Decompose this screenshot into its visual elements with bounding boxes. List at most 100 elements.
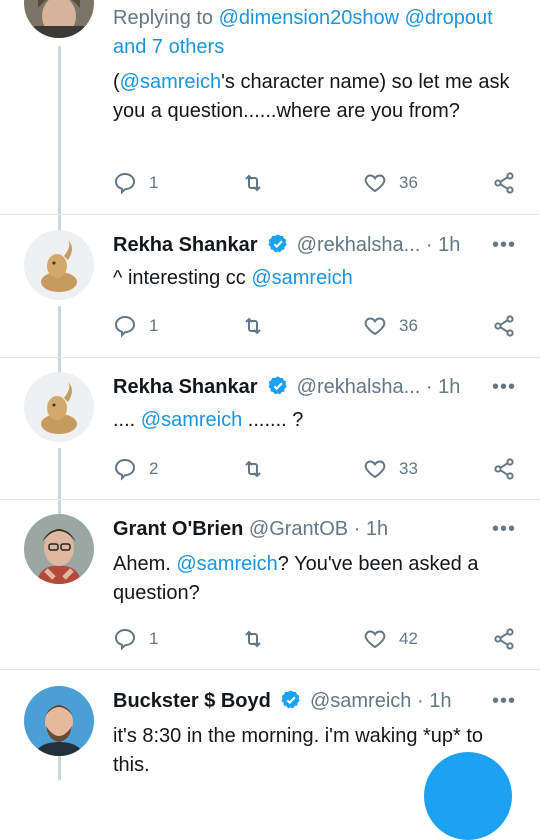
- thread-line: [58, 46, 61, 232]
- verified-badge-icon: [281, 690, 301, 709]
- like-icon: [364, 174, 386, 193]
- tweet-text: ^ interesting cc @samreich: [113, 264, 516, 293]
- more-options-icon[interactable]: •••: [492, 686, 516, 716]
- reply-button[interactable]: 2: [113, 454, 158, 484]
- reply-count: 2: [149, 459, 159, 478]
- share-icon: [494, 315, 514, 337]
- retweet-button[interactable]: [241, 311, 265, 341]
- reply-icon: [114, 315, 136, 338]
- avatar[interactable]: [24, 0, 94, 38]
- tweet-header: Grant O'Brien @GrantOB · 1h •••: [113, 514, 516, 544]
- thread-line: [58, 448, 61, 518]
- like-button[interactable]: 42: [363, 624, 418, 654]
- avatar[interactable]: [24, 230, 94, 300]
- text-fragment: Ahem.: [113, 553, 177, 575]
- verified-badge-icon: [268, 234, 287, 253]
- more-options-icon[interactable]: •••: [492, 230, 516, 260]
- reply-count: 1: [149, 316, 159, 335]
- display-name[interactable]: Rekha Shankar: [113, 376, 258, 398]
- tweet-actions: 1 42: [113, 624, 516, 654]
- mention-link[interactable]: @dropout: [405, 7, 493, 29]
- divider: [0, 499, 540, 500]
- share-icon: [494, 458, 514, 480]
- reply-button[interactable]: 1: [113, 311, 158, 341]
- verified-badge-icon: [268, 376, 287, 395]
- tweet-header: Rekha Shankar @rekhalsha... · 1h •••: [113, 372, 516, 402]
- tweet-header: Buckster $ Boyd @samreich · 1h •••: [113, 686, 516, 716]
- handle: @samreich: [309, 690, 412, 712]
- tweet-text: .... @samreich ....... ?: [113, 406, 516, 435]
- retweet-button[interactable]: [241, 624, 265, 654]
- divider: [0, 214, 540, 215]
- like-button[interactable]: 36: [363, 311, 418, 341]
- avatar[interactable]: [24, 686, 94, 756]
- text-fragment: ^ interesting cc: [113, 267, 252, 289]
- retweet-button[interactable]: [241, 454, 265, 484]
- retweet-button[interactable]: [241, 168, 265, 198]
- separator-dot: ·: [416, 690, 424, 712]
- tweet-text: (@samreich's character name) so let me a…: [113, 68, 516, 126]
- mention-link[interactable]: @samreich: [141, 409, 242, 431]
- avatar[interactable]: [24, 514, 94, 584]
- timestamp[interactable]: 1h: [366, 518, 388, 540]
- reply-button[interactable]: 1: [113, 168, 158, 198]
- mention-link[interactable]: @samreich: [251, 267, 352, 289]
- share-button[interactable]: [492, 311, 516, 341]
- handle: @rekhalsha...: [296, 376, 421, 398]
- reply-count: 1: [149, 629, 159, 648]
- tweet-header: Rekha Shankar @rekhalsha... · 1h •••: [113, 230, 516, 260]
- mention-link[interactable]: @samreich: [176, 553, 277, 575]
- reply-count: 1: [149, 173, 159, 192]
- divider: [0, 357, 540, 358]
- separator-dot: ·: [425, 376, 433, 398]
- reply-icon: [114, 172, 136, 195]
- retweet-icon: [245, 460, 261, 478]
- thread-line: [58, 306, 61, 376]
- separator-dot: ·: [425, 234, 433, 256]
- like-count: 36: [399, 173, 418, 192]
- reply-button[interactable]: 1: [113, 624, 158, 654]
- display-name[interactable]: Grant O'Brien: [113, 518, 243, 540]
- share-button[interactable]: [492, 624, 516, 654]
- mention-link[interactable]: @samreich: [120, 71, 221, 93]
- replying-others-link[interactable]: and 7 others: [113, 36, 224, 58]
- more-options-icon[interactable]: •••: [492, 372, 516, 402]
- separator-dot: ·: [353, 518, 361, 540]
- display-name[interactable]: Buckster $ Boyd: [113, 690, 271, 712]
- tweet-actions: 1 36: [113, 168, 516, 198]
- replying-to: Replying to @dimension20show @dropout an…: [113, 4, 516, 62]
- like-icon: [364, 630, 386, 649]
- display-name[interactable]: Rekha Shankar: [113, 234, 258, 256]
- compose-fab[interactable]: [424, 752, 512, 840]
- like-icon: [364, 317, 386, 336]
- like-count: 42: [399, 629, 418, 648]
- tweet-actions: 2 33: [113, 454, 516, 484]
- tweet-text: Ahem. @samreich? You've been asked a que…: [113, 550, 516, 608]
- like-button[interactable]: 33: [363, 454, 418, 484]
- like-icon: [364, 460, 386, 479]
- like-button[interactable]: 36: [363, 168, 418, 198]
- reply-icon: [114, 628, 136, 651]
- text-fragment: ....... ?: [242, 409, 304, 431]
- handle: @GrantOB: [248, 518, 349, 540]
- divider: [0, 669, 540, 670]
- timestamp[interactable]: 1h: [438, 234, 460, 256]
- share-icon: [494, 628, 514, 650]
- text-fragment: ....: [113, 409, 141, 431]
- share-button[interactable]: [492, 168, 516, 198]
- share-button[interactable]: [492, 454, 516, 484]
- retweet-icon: [245, 630, 261, 648]
- retweet-icon: [245, 317, 261, 335]
- more-options-icon[interactable]: •••: [492, 514, 516, 544]
- text-fragment: (: [113, 71, 120, 93]
- mention-link[interactable]: @dimension20show: [219, 7, 399, 29]
- avatar[interactable]: [24, 372, 94, 442]
- replying-prefix: Replying to: [113, 7, 219, 29]
- retweet-icon: [245, 174, 261, 192]
- timestamp[interactable]: 1h: [438, 376, 460, 398]
- handle: @rekhalsha...: [296, 234, 421, 256]
- share-icon: [494, 172, 514, 194]
- timestamp[interactable]: 1h: [429, 690, 451, 712]
- like-count: 33: [399, 459, 418, 478]
- reply-icon: [114, 458, 136, 481]
